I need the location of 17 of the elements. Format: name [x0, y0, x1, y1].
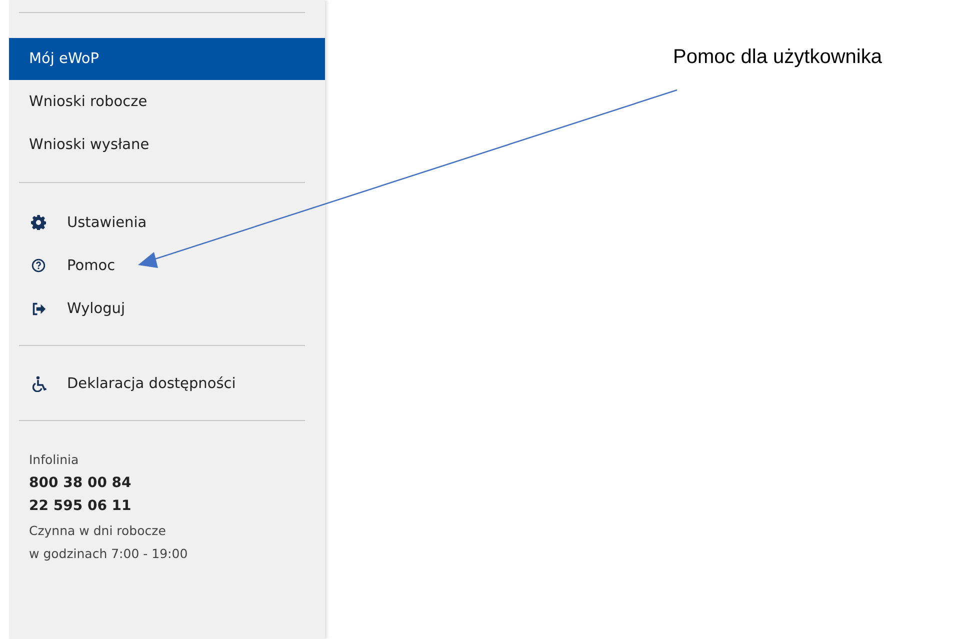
- menu-link[interactable]: Pomoc: [67, 258, 116, 274]
- logout-icon: [31, 302, 47, 316]
- menu-link[interactable]: Ustawienia: [67, 214, 147, 230]
- phone-number: 22 595 06 11: [29, 497, 132, 516]
- menu-link[interactable]: Deklaracja dostępności: [67, 376, 236, 392]
- nav-item[interactable]: Wnioski wysłane: [9, 123, 325, 166]
- infoline-label: Infolinia: [29, 451, 80, 469]
- phone-number: 800 38 00 84: [29, 474, 132, 492]
- annotation-label: Pomoc dla użytkownika: [673, 46, 882, 69]
- nav-item[interactable]: Mój eWoP: [9, 38, 325, 80]
- help-icon: [31, 258, 46, 273]
- menu-link[interactable]: Wyloguj: [67, 300, 125, 316]
- wheelchair-icon: [31, 376, 47, 392]
- settings-icon: [31, 215, 46, 230]
- nav-item[interactable]: Wnioski robocze: [9, 80, 325, 123]
- hours-text: Czynna w dni robocze: [29, 522, 167, 540]
- hours-text: w godzinach 7:00 - 19:00: [29, 545, 189, 563]
